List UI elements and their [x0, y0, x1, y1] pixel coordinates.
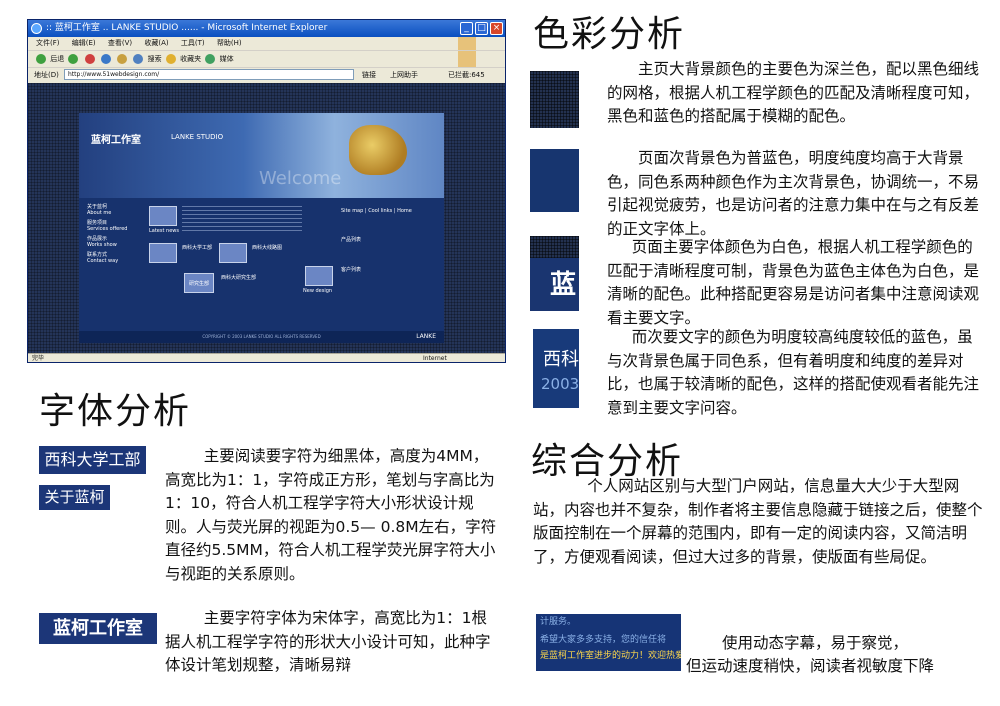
- work-title-1[interactable]: 西科大学工部: [182, 244, 212, 251]
- maximize-button[interactable]: □: [475, 22, 488, 35]
- marquee-line-3: 是蓝柯工作室进步的动力！欢迎热爱: [540, 651, 681, 661]
- toolbar: 后退 搜索 收藏夹 媒体: [28, 50, 505, 67]
- color-swatch-secondary-bg: [530, 149, 579, 212]
- media-button-label[interactable]: 媒体: [220, 55, 234, 63]
- status-bar: 完毕 Internet: [28, 353, 505, 362]
- site-nav-works[interactable]: 作品展示 Works show: [87, 236, 137, 248]
- swatch-grid-strip: [530, 236, 579, 258]
- color-para-3: 页面主要字体颜色为白色，根据人机工程学颜色的匹配于清晰程度可制，背景色为蓝色主体…: [607, 238, 980, 327]
- font-para-1: 主要阅读要字符为细黑体，高度为4MM，高宽比为1：1，字符成正方形，笔划与字高比…: [165, 447, 497, 583]
- lanke-website: 蓝柯工作室 LANKE STUDIO Welcome 关于蓝柯 About me …: [79, 113, 444, 343]
- site-top-nav: Site map | Cool links | Home: [341, 208, 412, 214]
- browser-title-bar: :: 蓝柯工作室 .. LANKE STUDIO ...... - Micros…: [28, 20, 505, 37]
- work-title-3[interactable]: 西科大研究生部: [221, 274, 256, 281]
- stop-icon[interactable]: [84, 54, 95, 64]
- page-viewport: 蓝柯工作室 LANKE STUDIO Welcome 关于蓝柯 About me …: [28, 83, 505, 353]
- ie-icon: [31, 23, 42, 34]
- links-label[interactable]: 链接: [362, 68, 376, 83]
- color-para-4: 而次要文字的颜色为明度较高纯度较低的蓝色，虽与次背景色属于同色系，但有着明度和纯…: [607, 328, 980, 417]
- browser-title: :: 蓝柯工作室 .. LANKE STUDIO ...... - Micros…: [46, 23, 328, 33]
- status-zone: Internet: [423, 355, 447, 362]
- font-analysis-heading: 字体分析: [39, 391, 192, 432]
- browser-window: :: 蓝柯工作室 .. LANKE STUDIO ...... - Micros…: [27, 19, 506, 363]
- home-icon[interactable]: [117, 54, 128, 64]
- swatch-sample-year: 2003: [541, 375, 579, 393]
- product-list-label[interactable]: 产品列表: [341, 236, 361, 243]
- site-footer: COPYRIGHT © 2003 LANKE STUDIO ALL RIGHTS…: [79, 331, 444, 343]
- address-label: 地址(D): [34, 71, 59, 79]
- summary-para-2-line-2: 但运动速度稍快，阅读者视敏度下降: [686, 657, 935, 675]
- latest-news-label[interactable]: Latest news: [149, 228, 179, 234]
- menu-tools[interactable]: 工具(T): [181, 39, 205, 47]
- work-thumb-1[interactable]: [149, 243, 177, 263]
- work-title-2[interactable]: 西科大线路图: [252, 244, 282, 251]
- swatch-sample-char: 蓝: [550, 270, 577, 300]
- color-para-2: 页面次背景色为普蓝色，明度纯度均高于大背景色，同色系两种颜色作为主次背景色，协调…: [607, 149, 980, 238]
- menu-bar: 文件(F) 编辑(E) 查看(V) 收藏(A) 工具(T) 帮助(H): [28, 37, 505, 50]
- welcome-watermark: Welcome: [259, 168, 342, 189]
- color-swatch-secondary-text: 西科 2003: [533, 329, 579, 408]
- new-design-thumb[interactable]: [305, 266, 333, 286]
- new-design-label[interactable]: New design: [303, 288, 332, 294]
- lanke-brand: LANKE: [416, 333, 436, 340]
- search-button-label[interactable]: 搜索: [148, 55, 162, 63]
- color-analysis-heading: 色彩分析: [533, 14, 686, 55]
- latest-news-thumb[interactable]: [149, 206, 177, 226]
- site-map-link[interactable]: Site map: [341, 208, 363, 214]
- menu-edit[interactable]: 编辑(E): [72, 39, 96, 47]
- site-logo-english: LANKE STUDIO: [171, 133, 224, 141]
- font-sample-xike: 西科大学工部: [39, 446, 146, 474]
- color-swatch-main-bg: [530, 71, 579, 128]
- font-sample-logo: 蓝柯工作室: [39, 613, 157, 644]
- media-icon[interactable]: [205, 54, 216, 64]
- cool-links-link[interactable]: Cool links: [368, 208, 392, 214]
- color-para-1: 主页大背景颜色的主要色为深兰色，配以黑色细线的网格，根据人机工程学颜色的匹配及清…: [607, 60, 980, 125]
- summary-para-1: 个人网站区别与大型门户网站，信息量大大少于大型网站，内容也并不复杂，制作者将主要…: [533, 477, 983, 566]
- minimize-button[interactable]: _: [460, 22, 473, 35]
- site-logo[interactable]: 蓝柯工作室: [91, 131, 141, 146]
- search-icon[interactable]: [133, 54, 144, 64]
- status-text: 完毕: [32, 355, 45, 362]
- font-sample-about: 关于蓝柯: [39, 485, 110, 510]
- dragon-image: [349, 125, 407, 175]
- summary-para-2-line-1: 使用动态字幕，易于察觉，: [722, 634, 909, 652]
- address-input[interactable]: http://www.51webdesign.com/: [64, 69, 354, 80]
- popup-blocked-count: 已拦截:645: [448, 71, 485, 79]
- menu-file[interactable]: 文件(F): [36, 39, 60, 47]
- favorites-button-label[interactable]: 收藏夹: [180, 55, 201, 63]
- swatch-sample-text: 西科: [543, 349, 579, 370]
- back-icon[interactable]: [36, 54, 46, 64]
- refresh-icon[interactable]: [100, 54, 111, 64]
- home-link[interactable]: Home: [397, 208, 412, 214]
- menu-help[interactable]: 帮助(H): [217, 39, 242, 47]
- back-button-label[interactable]: 后退: [50, 55, 64, 63]
- site-nav-contact[interactable]: 联系方式 Contact way: [87, 252, 137, 264]
- font-para-2: 主要字符字体为宋体字，高宽比为1：1根据人机工程学字符的形状大小设计可知，此种字…: [165, 609, 491, 674]
- menu-favorites[interactable]: 收藏(A): [144, 39, 168, 47]
- color-swatch-main-text: 蓝: [530, 236, 579, 311]
- site-nav-about[interactable]: 关于蓝柯 About me: [87, 204, 137, 216]
- marquee-line-2: 希望大家多多支持，您的信任将: [540, 635, 667, 645]
- research-label: 研究生部: [189, 281, 210, 287]
- site-nav-services[interactable]: 服务项目 Services offered: [87, 220, 137, 232]
- marquee-sample: 计服务。 希望大家多多支持，您的信任将 是蓝柯工作室进步的动力！欢迎热爱: [536, 614, 681, 671]
- forward-icon[interactable]: [68, 54, 79, 64]
- favorites-icon[interactable]: [165, 54, 176, 64]
- close-button[interactable]: ×: [490, 22, 503, 35]
- news-text-block: [182, 206, 302, 234]
- site-header: 蓝柯工作室 LANKE STUDIO Welcome: [79, 113, 444, 198]
- online-helper[interactable]: 上网助手: [390, 68, 418, 83]
- menu-view[interactable]: 查看(V): [108, 39, 132, 47]
- customer-list-label[interactable]: 客户列表: [341, 266, 361, 273]
- marquee-line-1: 计服务。: [540, 617, 577, 627]
- work-thumb-2[interactable]: [219, 243, 247, 263]
- site-body: 关于蓝柯 About me 服务项目 Services offered 作品展示 Wo…: [79, 198, 444, 343]
